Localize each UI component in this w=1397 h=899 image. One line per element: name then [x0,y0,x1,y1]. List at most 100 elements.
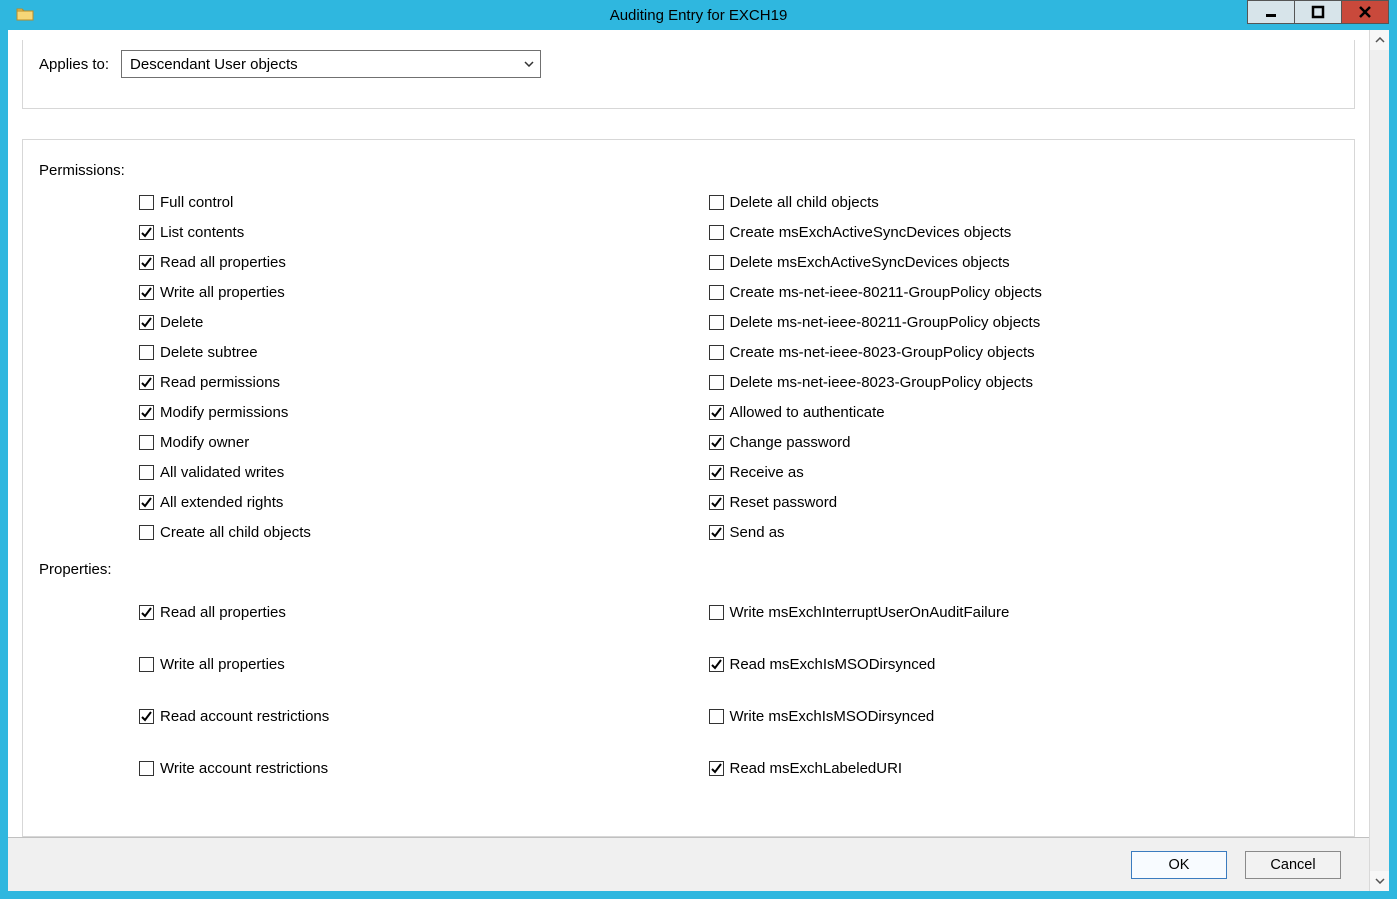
permission-checkbox[interactable] [709,495,724,510]
permission-row: Modify owner [139,427,689,457]
scroll-up-icon[interactable] [1370,30,1389,50]
permission-row: Read all properties [139,247,689,277]
permission-checkbox[interactable] [139,195,154,210]
ok-button[interactable]: OK [1131,851,1227,879]
permission-checkbox[interactable] [139,375,154,390]
permission-row: Create msExchActiveSyncDevices objects [709,217,1339,247]
permission-label: Create ms-net-ieee-80211-GroupPolicy obj… [730,284,1042,301]
permission-checkbox[interactable] [709,345,724,360]
permission-label: All extended rights [160,494,283,511]
permission-checkbox[interactable] [709,255,724,270]
permission-checkbox[interactable] [709,315,724,330]
permission-label: Read all properties [160,254,286,271]
permission-row: Create all child objects [139,517,689,547]
permission-row: Allowed to authenticate [709,397,1339,427]
property-label: Read account restrictions [160,708,329,725]
permission-label: Reset password [730,494,838,511]
permission-checkbox[interactable] [709,465,724,480]
permission-checkbox[interactable] [139,315,154,330]
permission-row: Read permissions [139,367,689,397]
permission-label: Create msExchActiveSyncDevices objects [730,224,1012,241]
permission-row: Delete subtree [139,337,689,367]
permission-label: Delete msExchActiveSyncDevices objects [730,254,1010,271]
permission-row: Full control [139,187,689,217]
applies-to-select[interactable]: Descendant User objects [121,50,541,78]
permission-checkbox[interactable] [139,495,154,510]
permission-checkbox[interactable] [139,435,154,450]
property-checkbox[interactable] [709,709,724,724]
permission-checkbox[interactable] [139,465,154,480]
permission-checkbox[interactable] [709,285,724,300]
permission-label: Delete subtree [160,344,258,361]
property-row: Write all properties [139,638,689,690]
permission-label: Full control [160,194,233,211]
permission-checkbox[interactable] [709,525,724,540]
permission-row: All validated writes [139,457,689,487]
scroll-down-icon[interactable] [1370,871,1389,891]
minimize-button[interactable] [1247,0,1295,24]
property-checkbox[interactable] [709,657,724,672]
client-area: Applies to: Descendant User objects Perm… [8,30,1389,891]
permission-checkbox[interactable] [709,435,724,450]
permission-checkbox[interactable] [709,405,724,420]
permission-row: Delete ms-net-ieee-8023-GroupPolicy obje… [709,367,1339,397]
window-frame: Auditing Entry for EXCH19 Applies to: De… [0,0,1397,899]
permission-label: Delete ms-net-ieee-8023-GroupPolicy obje… [730,374,1033,391]
permission-checkbox[interactable] [139,285,154,300]
permission-row: Delete ms-net-ieee-80211-GroupPolicy obj… [709,307,1339,337]
permission-label: Write all properties [160,284,285,301]
property-row: Read msExchLabeledURI [709,742,1339,794]
permission-label: Create all child objects [160,524,311,541]
permission-row: Delete [139,307,689,337]
permission-row: All extended rights [139,487,689,517]
cancel-button[interactable]: Cancel [1245,851,1341,879]
permission-checkbox[interactable] [709,225,724,240]
permissions-panel: Permissions: Full control List contents Re… [22,139,1355,837]
window-title: Auditing Entry for EXCH19 [8,7,1389,24]
permission-row: Delete all child objects [709,187,1339,217]
property-label: Write account restrictions [160,760,328,777]
permission-row: List contents [139,217,689,247]
folder-icon [16,6,34,24]
vertical-scrollbar[interactable] [1369,30,1389,891]
titlebar: Auditing Entry for EXCH19 [8,0,1389,30]
property-row: Read account restrictions [139,690,689,742]
property-row: Write account restrictions [139,742,689,794]
window-controls [1248,0,1389,24]
property-checkbox[interactable] [139,605,154,620]
permission-row: Send as [709,517,1339,547]
ok-button-label: OK [1169,857,1190,873]
property-row: Write msExchIsMSODirsynced [709,690,1339,742]
permission-label: Modify owner [160,434,249,451]
permission-checkbox[interactable] [139,405,154,420]
property-checkbox[interactable] [139,761,154,776]
close-button[interactable] [1341,0,1389,24]
property-checkbox[interactable] [139,657,154,672]
property-row: Read msExchIsMSODirsynced [709,638,1339,690]
permission-checkbox[interactable] [709,195,724,210]
property-row: Read all properties [139,586,689,638]
permission-checkbox[interactable] [139,345,154,360]
content-area: Applies to: Descendant User objects Perm… [8,30,1369,891]
permission-checkbox[interactable] [139,525,154,540]
permission-row: Delete msExchActiveSyncDevices objects [709,247,1339,277]
property-label: Read all properties [160,604,286,621]
permission-row: Create ms-net-ieee-80211-GroupPolicy obj… [709,277,1339,307]
permissions-section-label: Permissions: [39,162,1338,179]
permission-label: Create ms-net-ieee-8023-GroupPolicy obje… [730,344,1035,361]
property-label: Read msExchLabeledURI [730,760,903,777]
maximize-button[interactable] [1294,0,1342,24]
property-checkbox[interactable] [139,709,154,724]
permission-label: Delete ms-net-ieee-80211-GroupPolicy obj… [730,314,1041,331]
permission-label: Modify permissions [160,404,288,421]
permission-label: Delete all child objects [730,194,879,211]
scroll-track[interactable] [1370,50,1389,871]
permission-checkbox[interactable] [709,375,724,390]
permission-checkbox[interactable] [139,255,154,270]
permission-checkbox[interactable] [139,225,154,240]
permission-label: Delete [160,314,203,331]
permission-label: Change password [730,434,851,451]
property-checkbox[interactable] [709,605,724,620]
properties-columns: Read all properties Write all properties R… [39,586,1338,794]
property-checkbox[interactable] [709,761,724,776]
